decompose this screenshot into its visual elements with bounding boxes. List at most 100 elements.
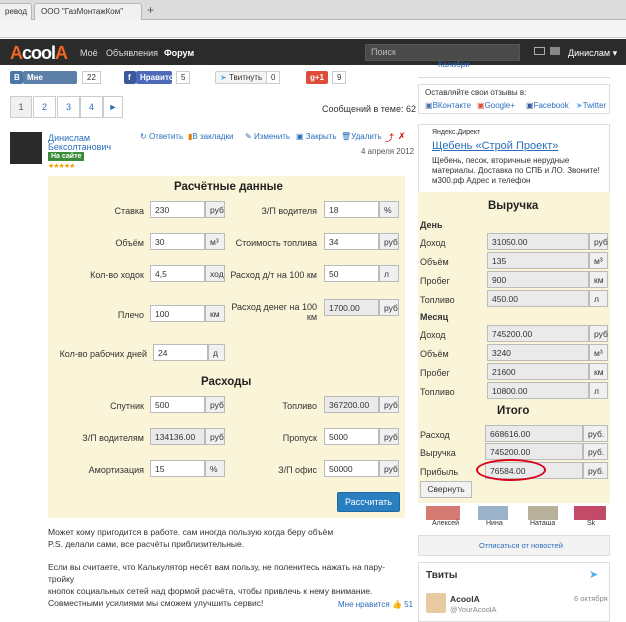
mail-icon[interactable]: [534, 47, 545, 55]
ad-label: Яндекс.Директ: [432, 129, 481, 136]
review-gplus-link[interactable]: ▣Google+: [477, 101, 515, 110]
month-run-output: 21600: [487, 363, 589, 380]
edit-link[interactable]: ✎ Изменить: [245, 132, 290, 141]
vk-like-button[interactable]: Мне нравится: [23, 71, 77, 91]
page-4[interactable]: 4: [80, 96, 103, 118]
nav-ads[interactable]: Объявления: [106, 48, 158, 58]
friend-name-1[interactable]: Алексей: [432, 520, 459, 527]
vk-icon[interactable]: В: [10, 71, 23, 84]
fb-like-button[interactable]: Нравится: [136, 71, 178, 84]
day-volume-output: 135: [487, 252, 589, 269]
fuel-consumption-input[interactable]: 50: [324, 265, 379, 282]
friend-name-2[interactable]: Нина: [486, 520, 503, 527]
vk-like-count: 22: [82, 71, 101, 84]
trips-unit: ход: [205, 265, 225, 282]
nav-forum[interactable]: Форум: [164, 48, 194, 58]
office-salary-input[interactable]: 50000: [324, 460, 379, 477]
trips-label: Кол-во ходок: [90, 270, 144, 280]
rate-input[interactable]: 230: [150, 201, 205, 218]
tweet-button[interactable]: ➤ Твитнуть: [215, 71, 268, 84]
tweet-avatar[interactable]: [426, 593, 446, 613]
office-salary-label: З/П офис: [278, 465, 317, 475]
page-1[interactable]: 1: [10, 96, 32, 118]
month-run-label: Пробег: [420, 368, 450, 378]
review-twitter-link[interactable]: ➤Twitter: [576, 101, 606, 110]
month-run-unit: км: [589, 363, 608, 380]
review-facebook-link[interactable]: ▣Facebook: [526, 101, 569, 110]
twitter-icon: ➤: [576, 101, 583, 110]
tweets-title: Твиты: [426, 570, 458, 581]
twitter-bird-icon[interactable]: ➤: [589, 568, 598, 581]
friend-photo-3[interactable]: [528, 506, 558, 520]
new-tab-button[interactable]: +: [147, 3, 154, 17]
review-vk-link[interactable]: ▣ВКонтакте: [425, 101, 471, 110]
money-per-100-output: 1700.00: [324, 299, 379, 316]
sidebar-top: Калабри: [418, 58, 610, 78]
site-logo[interactable]: AcoolA: [10, 43, 68, 64]
calculate-button[interactable]: Рассчитать: [337, 492, 400, 512]
unsubscribe-link[interactable]: Отписаться от новостей: [479, 541, 563, 550]
rate-unit: руб: [205, 201, 225, 218]
google-plus-button[interactable]: g+1: [306, 71, 328, 84]
pass-label: Пропуск: [282, 433, 317, 443]
gplus-count: 9: [332, 71, 347, 84]
message-count: Сообщений в теме: 62: [322, 104, 417, 114]
drivers-salary-label: З/П водителям: [82, 433, 144, 443]
day-heading: День: [420, 220, 443, 230]
collapse-button[interactable]: Свернуть: [420, 481, 472, 498]
total-revenue-output: 745200.00: [485, 443, 583, 460]
total-revenue-label: Выручка: [420, 448, 456, 458]
vk-icon: ▣: [425, 101, 433, 110]
close-link[interactable]: ▣ Закрыть: [296, 132, 337, 141]
tweet-handle[interactable]: @YourAcoolA: [450, 605, 497, 614]
friend-photo-2[interactable]: [478, 506, 508, 520]
total-profit-unit: руб.: [583, 462, 608, 479]
page-2[interactable]: 2: [33, 96, 56, 118]
amortization-input[interactable]: 15: [150, 460, 205, 477]
flag-icon[interactable]: ✗: [398, 131, 406, 142]
reply-link[interactable]: ↻ Ответить: [140, 132, 183, 141]
browser-tab-gazmontazh[interactable]: ООО "ГазМонтажКом": [34, 3, 142, 20]
fuel-cost-input[interactable]: 34: [324, 233, 379, 250]
author-surname[interactable]: Бексолтанович: [48, 142, 111, 152]
page-3[interactable]: 3: [57, 96, 80, 118]
pass-input[interactable]: 5000: [324, 428, 379, 445]
driver-salary-input[interactable]: 18: [324, 201, 379, 218]
post-like-link[interactable]: Мне нравится 👍 51: [338, 600, 413, 609]
month-volume-unit: м³: [589, 344, 608, 361]
workdays-input[interactable]: 24: [153, 344, 208, 361]
rating-stars: ★★★★★: [48, 163, 75, 170]
month-income-label: Доход: [420, 330, 446, 340]
bookmark-link[interactable]: ▮В закладки: [188, 132, 233, 141]
volume-unit: м³: [205, 233, 225, 250]
facebook-icon[interactable]: f: [124, 71, 136, 84]
day-income-label: Доход: [420, 238, 446, 248]
friend-name-4[interactable]: Sk: [587, 520, 595, 527]
calc-title: Расчётные данные: [174, 181, 283, 193]
workdays-unit: д: [208, 344, 225, 361]
tweet-author[interactable]: AcoolA: [450, 594, 480, 604]
avatar[interactable]: [10, 132, 42, 164]
sidebar-top-link[interactable]: Калабри: [438, 60, 470, 69]
month-volume-output: 3240: [487, 344, 589, 361]
browser-tab-translate[interactable]: ревод: [0, 3, 32, 20]
friend-name-3[interactable]: Наташа: [530, 520, 555, 527]
notifications-icon[interactable]: [550, 47, 560, 55]
total-revenue-unit: руб.: [583, 443, 608, 460]
day-run-unit: км: [589, 271, 608, 288]
ad-title-link[interactable]: Щебень «Строй Проект»: [432, 140, 558, 152]
next-page-button[interactable]: ►: [103, 96, 123, 118]
arm-input[interactable]: 100: [150, 305, 205, 322]
profit-highlight-circle: [476, 459, 546, 481]
nav-my[interactable]: Моё: [80, 48, 98, 58]
office-salary-unit: руб: [379, 460, 399, 477]
trips-input[interactable]: 4,5: [150, 265, 205, 282]
driver-salary-unit: %: [379, 201, 399, 218]
satellite-input[interactable]: 500: [150, 396, 205, 413]
share-icon[interactable]: ⤴: [385, 131, 394, 144]
delete-link[interactable]: 🗑Удалить: [341, 132, 382, 141]
volume-input[interactable]: 30: [150, 233, 205, 250]
money-per-100-label: Расход денег на 100 км: [231, 302, 317, 322]
friend-photo-1[interactable]: [426, 506, 460, 520]
friend-photo-4[interactable]: [574, 506, 606, 520]
